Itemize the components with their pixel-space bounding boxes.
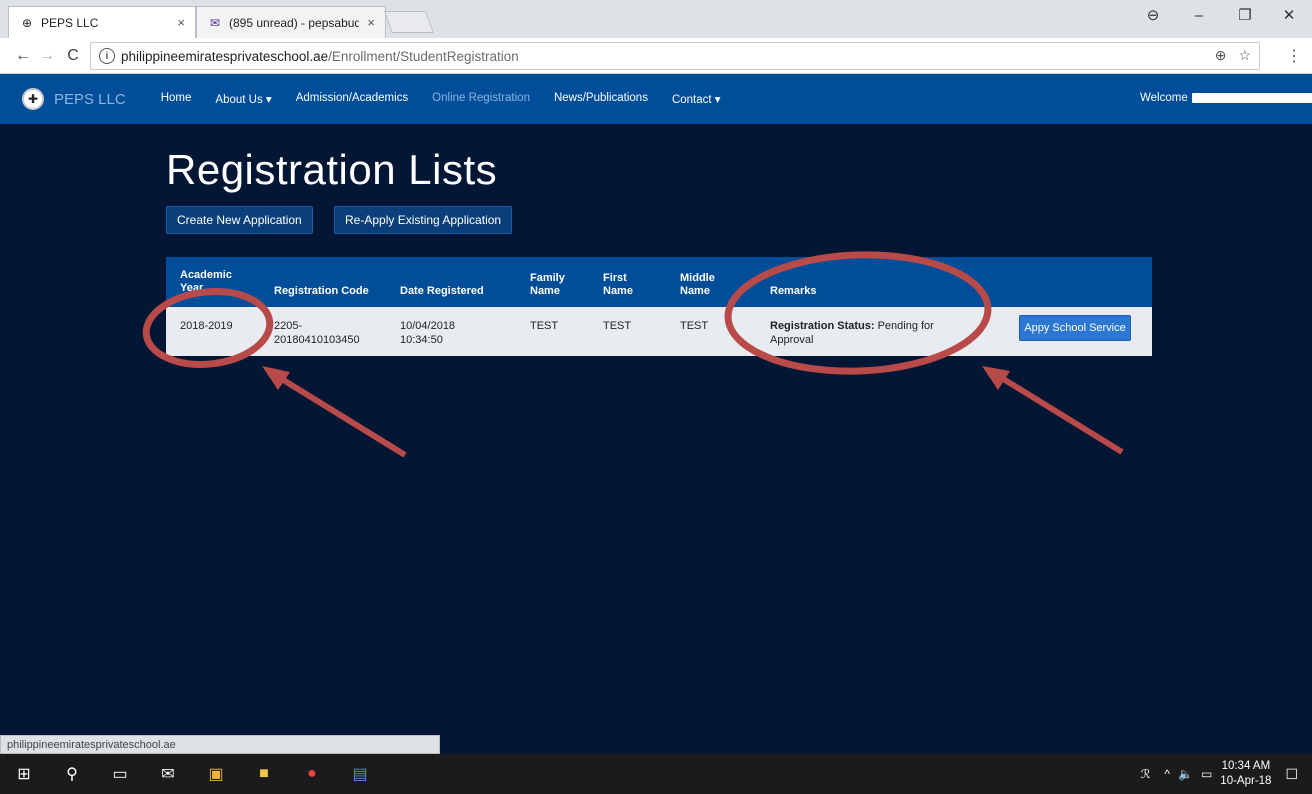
system-tray: ℛ ^ 🔈 ▭ 10:34 AM 10-Apr-18 ☐ <box>1141 754 1312 794</box>
date-part: 10/04/2018 <box>400 320 456 332</box>
header-date-registered: Date Registered <box>400 285 484 297</box>
remarks-value: Pending for <box>874 320 934 332</box>
remarks-label: Registration Status: <box>770 320 875 332</box>
annotation-arrow-left-head <box>262 366 290 390</box>
minimize-icon[interactable]: – <box>1176 0 1222 30</box>
new-tab-button[interactable] <box>383 11 435 33</box>
search-icon[interactable]: ⚲ <box>48 754 96 794</box>
zoom-icon[interactable]: ⊕ <box>1215 47 1227 64</box>
window-close-icon[interactable]: ✕ <box>1266 0 1312 30</box>
site-navbar: ✚ PEPS LLC Home About Us ▾ Admission/Aca… <box>0 74 1312 124</box>
apply-school-service-button[interactable]: Appy School Service <box>1019 315 1131 341</box>
close-icon[interactable]: × <box>367 15 375 30</box>
back-icon[interactable]: ← <box>12 46 34 66</box>
header-family-name: Family Name <box>530 272 565 297</box>
registration-code-part-2: 20180410103450 <box>274 334 360 346</box>
nav-admission[interactable]: Admission/Academics <box>296 92 408 106</box>
nav-online-registration[interactable]: Online Registration <box>432 92 530 106</box>
time-part: 10:34:50 <box>400 334 443 346</box>
annotation-arrow-left-shaft <box>270 370 407 458</box>
reapply-existing-application-button[interactable]: Re-Apply Existing Application <box>334 206 513 234</box>
header-registration-code: Registration Code <box>274 285 369 297</box>
cell-date-registered: 10/04/2018 10:34:50 <box>400 319 455 347</box>
menu-dots-icon[interactable]: ⋮ <box>1286 46 1302 66</box>
welcome-label: Welcome <box>1140 92 1188 104</box>
header-academic-year: Academic Year <box>180 269 232 294</box>
school-logo-icon: ✚ <box>22 88 44 110</box>
url-domain: philippineemiratesprivateschool.ae <box>121 48 329 64</box>
table-header: Academic Year Registration Code Date Reg… <box>166 257 1152 307</box>
tab-title: PEPS LLC <box>41 15 99 30</box>
taskbar: ⊞ ⚲ ▭ ✉ ▣ ■ ● ▤ ℛ ^ 🔈 ▭ 10:34 AM 10-Apr-… <box>0 754 1312 794</box>
status-bar: philippineemiratesprivateschool.ae <box>0 735 440 754</box>
tab-mail[interactable]: ✉ (895 unread) - pepsabudì × <box>196 6 386 38</box>
chrome-icon[interactable]: ● <box>288 754 336 794</box>
create-new-application-button[interactable]: Create New Application <box>166 206 313 234</box>
header-middle-name: Middle Name <box>680 272 715 297</box>
nav-about-us[interactable]: About Us ▾ <box>215 92 271 106</box>
volume-icon[interactable]: 🔈 <box>1178 767 1193 781</box>
word-icon[interactable]: ▤ <box>336 754 384 794</box>
info-icon[interactable]: i <box>99 48 115 64</box>
profile-icon[interactable]: ⊖ <box>1130 0 1176 30</box>
registration-table: Academic Year Registration Code Date Reg… <box>166 257 1152 356</box>
clock-date: 10-Apr-18 <box>1220 775 1272 787</box>
bookmark-star-icon[interactable]: ☆ <box>1238 47 1251 64</box>
cell-academic-year: 2018-2019 <box>180 320 233 332</box>
cell-remarks: Registration Status: Pending for Approva… <box>770 319 970 347</box>
file-explorer-icon[interactable]: ■ <box>240 754 288 794</box>
mail-icon: ✉ <box>209 15 221 30</box>
cell-middle-name: TEST <box>680 320 709 332</box>
windows-start-icon[interactable]: ⊞ <box>0 754 48 794</box>
tab-title: (895 unread) - pepsabudì <box>229 15 360 30</box>
browser-tab-strip: ⊕ PEPS LLC × ✉ (895 unread) - pepsabudì … <box>0 0 1312 38</box>
annotation-arrow-right-shaft <box>990 369 1124 455</box>
outlook-icon[interactable]: ▣ <box>192 754 240 794</box>
clock-time: 10:34 AM <box>1221 760 1271 772</box>
header-first-name: First Name <box>603 272 633 297</box>
nav-news[interactable]: News/Publications <box>554 92 648 106</box>
people-icon[interactable]: ℛ <box>1141 767 1151 781</box>
url-input[interactable]: i philippineemiratesprivateschool.ae/Enr… <box>90 42 1260 70</box>
clock[interactable]: 10:34 AM 10-Apr-18 <box>1220 759 1271 789</box>
page-title: Registration Lists <box>166 146 498 193</box>
annotation-arrow-right-head <box>982 366 1010 390</box>
brand-name: PEPS LLC <box>54 90 126 108</box>
nav-links: Home About Us ▾ Admission/Academics Onli… <box>161 92 721 106</box>
remarks-value-cont: Approval <box>770 334 814 346</box>
cell-first-name: TEST <box>603 320 632 332</box>
network-icon[interactable]: ▭ <box>1201 767 1212 781</box>
mail-app-icon[interactable]: ✉ <box>144 754 192 794</box>
address-bar-row: ← → C i philippineemiratesprivateschool.… <box>0 38 1312 74</box>
cell-registration-code: 2205- 20180410103450 <box>274 319 360 347</box>
brand[interactable]: ✚ PEPS LLC <box>22 88 126 110</box>
close-icon[interactable]: × <box>177 15 185 30</box>
reload-icon[interactable]: C <box>62 46 84 66</box>
notifications-icon[interactable]: ☐ <box>1285 766 1298 783</box>
welcome-user[interactable]: Welcome <box>1140 92 1312 104</box>
cell-family-name: TEST <box>530 320 559 332</box>
restore-icon[interactable]: ❐ <box>1222 0 1268 30</box>
forward-icon[interactable]: → <box>36 46 58 66</box>
task-view-icon[interactable]: ▭ <box>96 754 144 794</box>
nav-contact[interactable]: Contact ▾ <box>672 92 721 106</box>
url-path: /Enrollment/StudentRegistration <box>328 48 519 64</box>
header-remarks: Remarks <box>770 285 817 297</box>
redacted-username <box>1191 93 1312 103</box>
registration-code-part-1: 2205- <box>274 320 303 332</box>
table-row: 2018-2019 2205- 20180410103450 10/04/201… <box>166 307 1152 356</box>
tab-peps[interactable]: ⊕ PEPS LLC × <box>8 6 196 38</box>
school-logo-icon: ⊕ <box>21 15 33 30</box>
nav-home[interactable]: Home <box>161 92 192 106</box>
chevron-up-icon[interactable]: ^ <box>1164 767 1170 781</box>
